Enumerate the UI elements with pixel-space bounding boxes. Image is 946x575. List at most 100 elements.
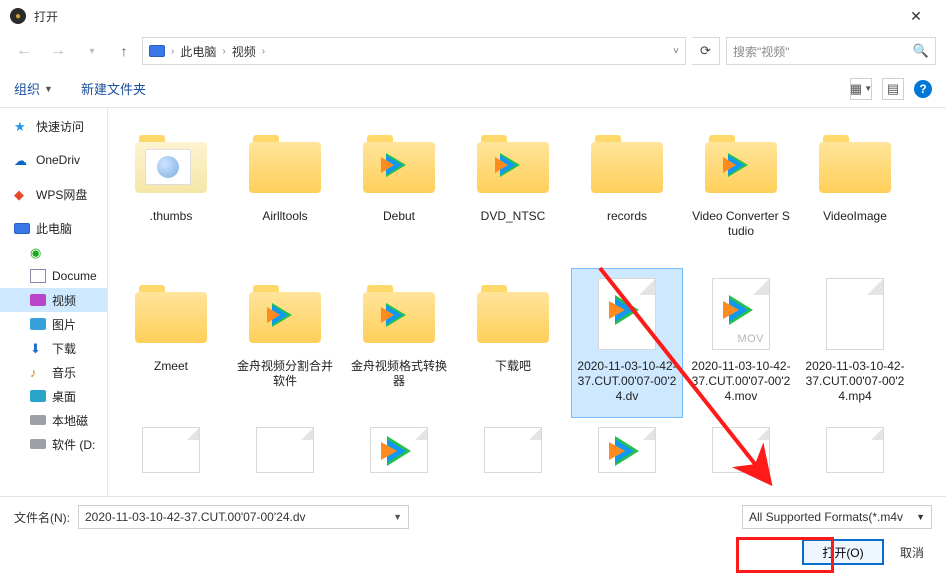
sidebar-item-music[interactable]: ♪音乐: [0, 360, 107, 384]
file-tile[interactable]: [229, 418, 341, 496]
view-details-button[interactable]: ▤: [882, 78, 904, 100]
file-thumb: [702, 425, 780, 475]
help-icon[interactable]: ?: [914, 80, 932, 98]
body: ★快速访问 ☁OneDriv ◆WPS网盘 此电脑 ◉ Docume 视频 图片…: [0, 108, 946, 496]
file-tile[interactable]: records: [571, 118, 683, 268]
sidebar-item-documents[interactable]: Docume: [0, 264, 107, 288]
close-button[interactable]: ✕: [896, 8, 936, 25]
chevron-right-icon: ›: [222, 46, 225, 57]
cancel-button[interactable]: 取消: [900, 539, 924, 565]
chevron-down-icon: ▼: [44, 84, 53, 94]
file-thumb: [474, 125, 552, 203]
file-tile[interactable]: 2020-11-03-10-42-37.CUT.00'07-00'24.mp4: [799, 268, 911, 418]
nav-back-icon[interactable]: ←: [10, 37, 38, 65]
chevron-right-icon: ›: [171, 46, 174, 57]
file-thumb: [360, 125, 438, 203]
nav-up-icon[interactable]: ↑: [112, 39, 136, 63]
file-tile[interactable]: 2020-11-03-10-42-37.CUT.00'07-00'24.dv: [571, 268, 683, 418]
file-label: 下载吧: [493, 359, 533, 374]
cancel-button-label: 取消: [900, 544, 924, 561]
disk-icon: [30, 439, 46, 449]
file-thumb: [816, 275, 894, 353]
filename-value: 2020-11-03-10-42-37.CUT.00'07-00'24.dv: [85, 510, 306, 524]
file-type-filter[interactable]: All Supported Formats(*.m4v ▼: [742, 505, 932, 529]
sidebar-item-quick-access[interactable]: ★快速访问: [0, 114, 107, 138]
pc-icon: [14, 223, 30, 234]
file-label: VideoImage: [821, 209, 889, 224]
file-tile[interactable]: MOV2020-11-03-10-42-37.CUT.00'07-00'24.m…: [685, 268, 797, 418]
file-tile[interactable]: 金舟视频分割合并软件: [229, 268, 341, 418]
search-icon[interactable]: 🔍: [913, 43, 929, 59]
file-tile[interactable]: Airlltools: [229, 118, 341, 268]
file-grid: .thumbsAirlltoolsDebutDVD_NTSCrecordsVid…: [114, 118, 942, 496]
cloud-icon: ☁: [14, 153, 30, 167]
file-tile[interactable]: [115, 418, 227, 496]
sidebar-label: 桌面: [52, 388, 76, 405]
file-label: 2020-11-03-10-42-37.CUT.00'07-00'24.dv: [575, 359, 679, 404]
desktop-icon: [30, 390, 46, 402]
address-dropdown-icon[interactable]: ˅: [673, 46, 679, 57]
sidebar-item-local-disk[interactable]: 本地磁: [0, 408, 107, 432]
file-tile[interactable]: [685, 418, 797, 496]
download-icon: ⬇: [30, 341, 46, 355]
file-thumb: [588, 425, 666, 475]
new-folder-button[interactable]: 新建文件夹: [81, 79, 146, 98]
star-icon: ★: [14, 119, 30, 133]
file-label: 金舟视频分割合并软件: [233, 359, 337, 389]
chevron-down-icon[interactable]: ▼: [916, 512, 925, 522]
sidebar-item-pictures[interactable]: 图片: [0, 312, 107, 336]
file-tile[interactable]: [799, 418, 911, 496]
breadcrumb-root[interactable]: 此电脑: [180, 43, 216, 60]
file-label: DVD_NTSC: [479, 209, 548, 224]
nav-forward-icon: →: [44, 37, 72, 65]
file-thumb: [246, 425, 324, 475]
sidebar-item-downloads[interactable]: ⬇下载: [0, 336, 107, 360]
nav-recent-icon[interactable]: ▾: [78, 37, 106, 65]
file-tile[interactable]: VideoImage: [799, 118, 911, 268]
sidebar-item-software-d[interactable]: 软件 (D:: [0, 432, 107, 456]
sidebar-label: WPS网盘: [36, 186, 87, 203]
sidebar-item-desktop[interactable]: 桌面: [0, 384, 107, 408]
sidebar-item-wps[interactable]: ◆WPS网盘: [0, 182, 107, 206]
open-button[interactable]: 打开(O): [802, 539, 884, 565]
search-input[interactable]: 搜索"视频" 🔍: [726, 37, 936, 65]
file-label: 2020-11-03-10-42-37.CUT.00'07-00'24.mp4: [803, 359, 907, 404]
file-thumb: [246, 125, 324, 203]
chevron-down-icon[interactable]: ▼: [393, 512, 402, 522]
file-pane[interactable]: .thumbsAirlltoolsDebutDVD_NTSCrecordsVid…: [108, 108, 946, 496]
file-thumb: [132, 425, 210, 475]
organize-label: 组织: [14, 79, 40, 98]
file-label: .thumbs: [148, 209, 195, 224]
file-tile[interactable]: Debut: [343, 118, 455, 268]
sidebar-label: 图片: [52, 316, 76, 333]
sidebar-item-this-pc[interactable]: 此电脑: [0, 216, 107, 240]
sidebar-item-videos[interactable]: 视频: [0, 288, 107, 312]
file-tile[interactable]: DVD_NTSC: [457, 118, 569, 268]
organize-button[interactable]: 组织 ▼: [14, 79, 53, 98]
pc-icon: [149, 45, 165, 57]
file-tile[interactable]: Zmeet: [115, 268, 227, 418]
file-tile[interactable]: 下载吧: [457, 268, 569, 418]
file-thumb: [816, 425, 894, 475]
video-icon: [30, 294, 46, 306]
refresh-button[interactable]: ⟳: [692, 37, 720, 65]
file-tile[interactable]: 金舟视频格式转换器: [343, 268, 455, 418]
file-tile[interactable]: [457, 418, 569, 496]
file-thumb: [246, 275, 324, 353]
filename-input[interactable]: 2020-11-03-10-42-37.CUT.00'07-00'24.dv ▼: [78, 505, 409, 529]
navbar: ← → ▾ ↑ › 此电脑 › 视频 › ˅ ⟳ 搜索"视频" 🔍: [0, 32, 946, 70]
file-thumb: [588, 275, 666, 353]
view-icons-button[interactable]: ▦▼: [850, 78, 872, 100]
address-bar[interactable]: › 此电脑 › 视频 › ˅: [142, 37, 686, 65]
titlebar: ● 打开 ✕: [0, 0, 946, 32]
file-tile[interactable]: .thumbs: [115, 118, 227, 268]
breadcrumb-folder[interactable]: 视频: [232, 43, 256, 60]
file-tile[interactable]: Video Converter Studio: [685, 118, 797, 268]
bottom-bar: 文件名(N): 2020-11-03-10-42-37.CUT.00'07-00…: [0, 496, 946, 575]
sidebar-item-wechat[interactable]: ◉: [0, 240, 107, 264]
sidebar-label: Docume: [52, 269, 97, 283]
sidebar-label: 本地磁: [52, 412, 88, 429]
file-tile[interactable]: [343, 418, 455, 496]
sidebar-item-onedrive[interactable]: ☁OneDriv: [0, 148, 107, 172]
file-tile[interactable]: [571, 418, 683, 496]
